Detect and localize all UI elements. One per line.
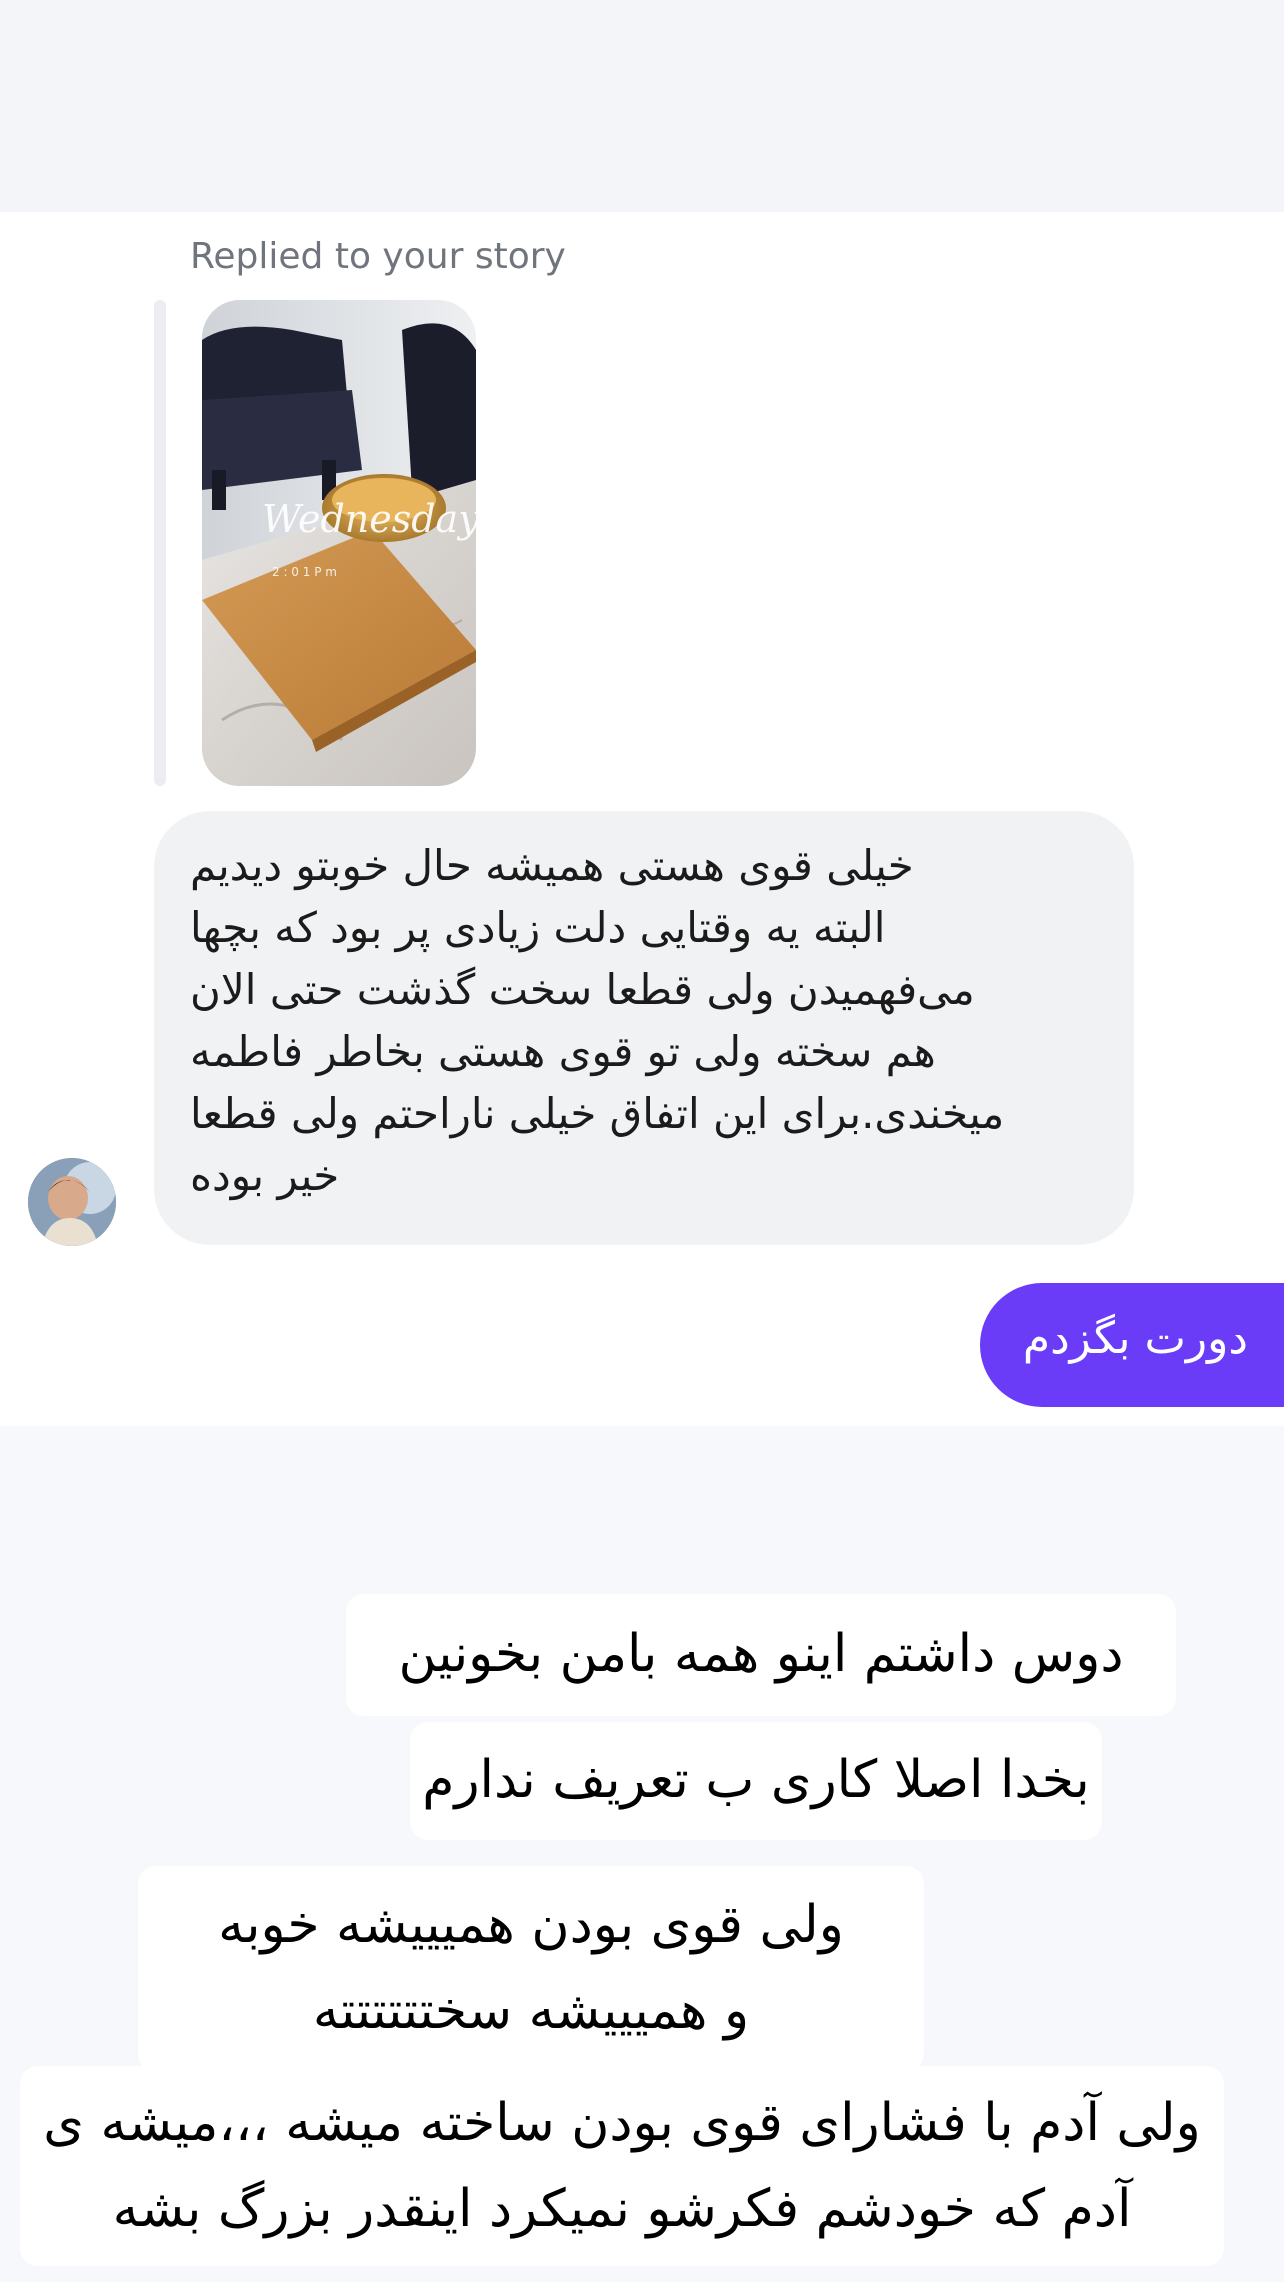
incoming-message-bubble[interactable]: خیلی قوی هستی همیشه حال خوبتو دیدیم البت… (154, 811, 1134, 1245)
caption-line-4: ولی آدم با فشارای قوی بودن ساخته میشه ،،… (20, 2066, 1224, 2266)
top-background (0, 0, 1284, 212)
story-day-text: Wednesday (262, 497, 476, 541)
story-time-text: 2 : 0 1 P m (272, 565, 337, 579)
caption-line-2: بخدا اصلا کاری ب تعریف ندارم (410, 1722, 1102, 1840)
outgoing-message-text: دورت بگزدم (1022, 1313, 1248, 1364)
incoming-message-text: خیلی قوی هستی همیشه حال خوبتو دیدیم البت… (190, 841, 1005, 1200)
outgoing-message-bubble[interactable]: دورت بگزدم (980, 1283, 1284, 1407)
replied-to-story-label: Replied to your story (190, 236, 566, 277)
sender-avatar[interactable] (28, 1158, 116, 1246)
reply-quote-bar (154, 300, 166, 786)
caption-line-1: دوس داشتم اینو همه بامن بخونین (346, 1594, 1176, 1716)
story-thumbnail[interactable]: Wednesday 2 : 0 1 P m (202, 300, 476, 786)
caption-line-3: ولی قوی بودن همیییشه خوبه و همیییشه سختت… (138, 1866, 924, 2072)
